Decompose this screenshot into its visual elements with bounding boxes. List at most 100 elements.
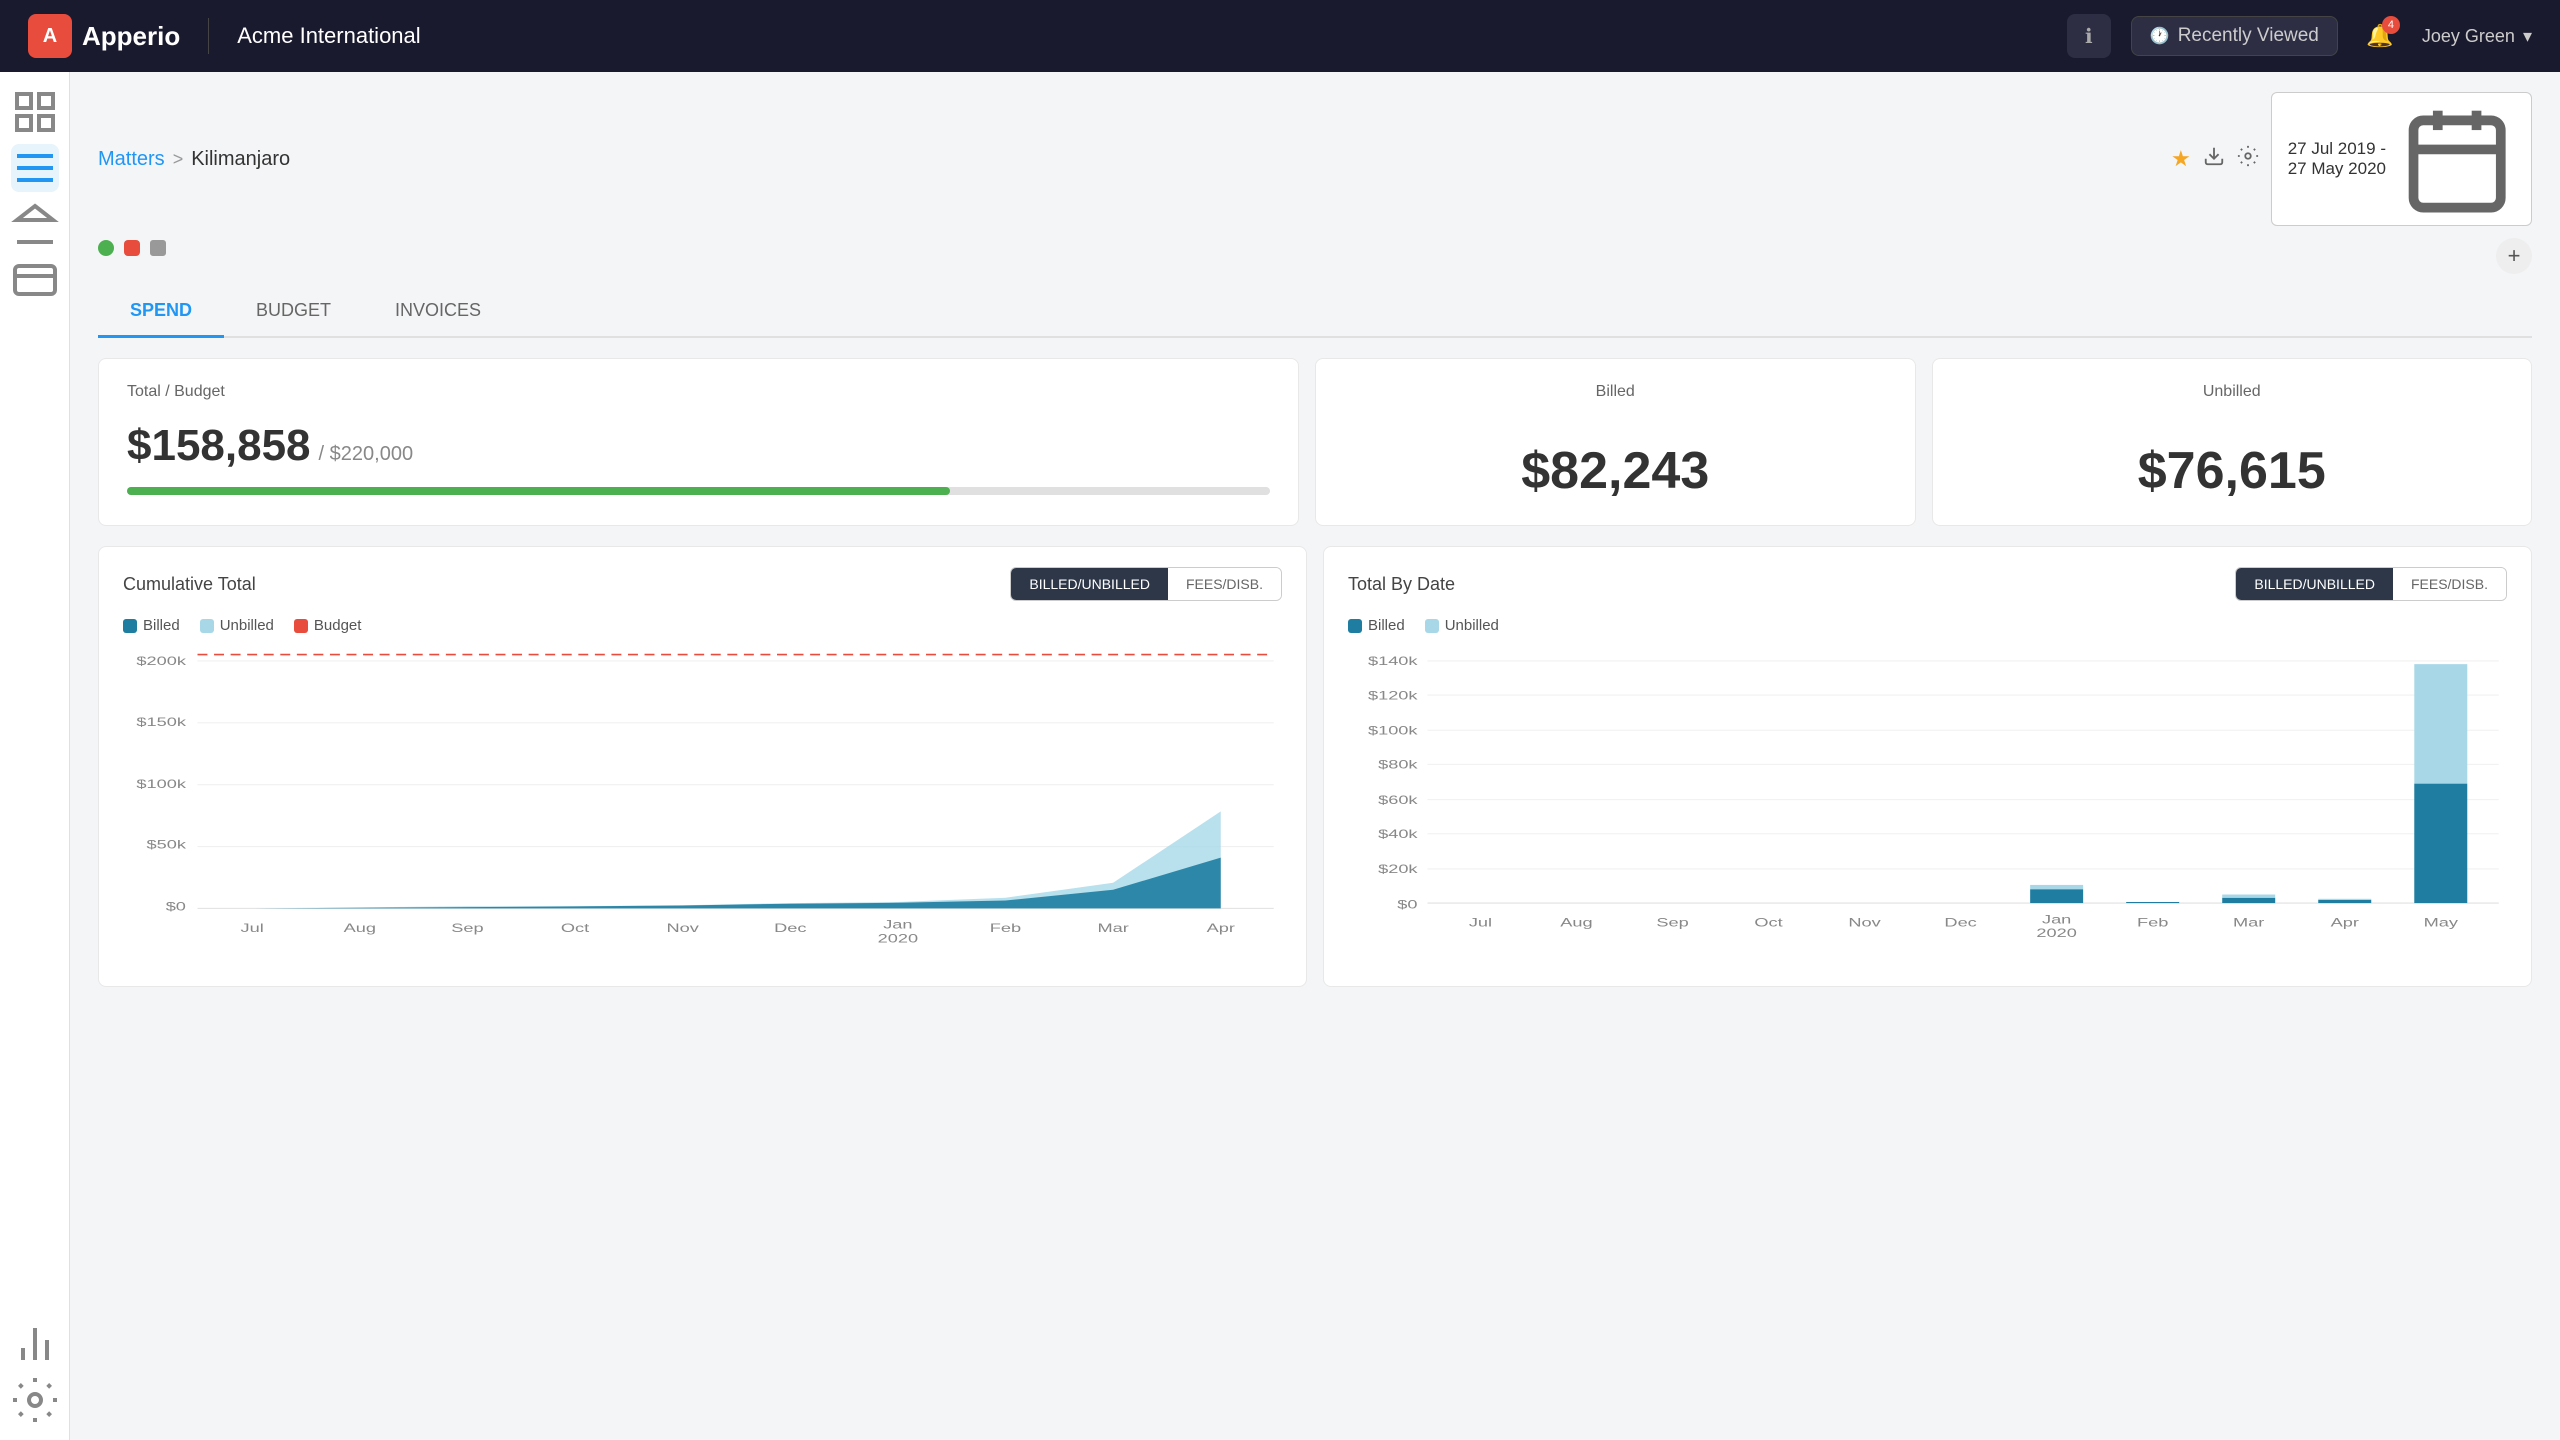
billed-title: Billed <box>1596 383 1635 401</box>
total-by-date-chart-title: Total By Date <box>1348 574 1455 595</box>
breadcrumb-matters-link[interactable]: Matters <box>98 148 165 171</box>
clock-icon: 🕐 <box>2150 26 2170 46</box>
legend-unbilled-dot-2 <box>1425 619 1439 633</box>
svg-text:$100k: $100k <box>136 778 186 791</box>
svg-text:$0: $0 <box>1397 899 1417 912</box>
recently-viewed-button[interactable]: 🕐 Recently Viewed <box>2131 16 2338 56</box>
svg-text:$40k: $40k <box>1378 828 1418 841</box>
svg-text:Apr: Apr <box>2331 917 2359 930</box>
unbilled-card: Unbilled $76,615 <box>1932 358 2533 526</box>
svg-text:$0: $0 <box>166 901 186 914</box>
recently-viewed-label: Recently Viewed <box>2178 25 2319 47</box>
notifications-button[interactable]: 🔔 4 <box>2358 14 2402 58</box>
legend-budget-dot <box>294 619 308 633</box>
svg-text:$100k: $100k <box>1368 725 1418 738</box>
breadcrumb-separator: > <box>173 149 184 170</box>
svg-text:Jan: Jan <box>883 919 912 932</box>
svg-text:May: May <box>2424 917 2459 930</box>
svg-text:Aug: Aug <box>344 922 376 935</box>
total-by-date-toggle-fees[interactable]: FEES/DISB. <box>2393 568 2506 600</box>
legend-unbilled-label-2: Unbilled <box>1445 617 1499 634</box>
unbilled-value: $76,615 <box>2138 441 2326 501</box>
cumulative-toggle-fees-disb[interactable]: FEES/DISB. <box>1168 568 1281 600</box>
total-budget-card: Total / Budget $158,858 / $220,000 <box>98 358 1299 526</box>
spend-tabs: SPEND BUDGET INVOICES <box>98 286 2532 338</box>
chevron-down-icon: ▾ <box>2523 26 2532 47</box>
svg-text:Feb: Feb <box>2137 917 2168 930</box>
legend-unbilled-label: Unbilled <box>220 617 274 634</box>
legend-billed: Billed <box>123 617 180 634</box>
cumulative-chart-header: Cumulative Total BILLED/UNBILLED FEES/DI… <box>123 567 1282 601</box>
svg-text:$150k: $150k <box>136 716 186 729</box>
cumulative-toggle-billed-unbilled[interactable]: BILLED/UNBILLED <box>1011 568 1168 600</box>
sidebar-item-dashboard[interactable] <box>11 88 59 136</box>
total-by-date-chart-svg: $140k $120k $100k $80k $60k $40k $20k $0 <box>1348 646 2507 966</box>
total-by-date-toggle-billed[interactable]: BILLED/UNBILLED <box>2236 568 2393 600</box>
main-content: Matters > Kilimanjaro ★ <box>70 72 2560 1440</box>
svg-text:Mar: Mar <box>2233 917 2264 930</box>
legend-unbilled-2: Unbilled <box>1425 617 1499 634</box>
progress-bar-bg <box>127 487 1270 495</box>
svg-text:Jul: Jul <box>1469 917 1492 930</box>
svg-text:Mar: Mar <box>1097 922 1128 935</box>
add-button[interactable]: + <box>2496 238 2532 274</box>
svg-text:$120k: $120k <box>1368 690 1418 703</box>
info-button[interactable]: ℹ <box>2067 14 2111 58</box>
charts-section: Cumulative Total BILLED/UNBILLED FEES/DI… <box>98 546 2532 987</box>
legend-billed-dot <box>123 619 137 633</box>
sidebar-item-spend[interactable] <box>11 256 59 304</box>
user-name: Joey Green <box>2422 26 2515 47</box>
svg-text:$200k: $200k <box>136 656 186 669</box>
svg-text:Sep: Sep <box>1656 917 1688 930</box>
cumulative-chart-svg: $200k $150k $100k $50k $0 <box>123 646 1282 966</box>
nav-divider <box>208 18 209 54</box>
status-dot-gray <box>150 240 166 256</box>
legend-billed-label: Billed <box>143 617 180 634</box>
app-logo[interactable]: A Apperio <box>28 14 180 58</box>
svg-text:$50k: $50k <box>146 839 186 852</box>
svg-text:2020: 2020 <box>2036 928 2076 941</box>
settings-icon[interactable] <box>2237 145 2259 173</box>
sidebar-item-entities[interactable] <box>11 200 59 248</box>
total-by-date-chart-svg-container: $140k $120k $100k $80k $60k $40k $20k $0 <box>1348 646 2507 966</box>
client-name: Acme International <box>237 23 420 49</box>
svg-text:Jan: Jan <box>2042 914 2071 927</box>
sidebar-item-settings[interactable] <box>11 1376 59 1424</box>
svg-text:Apr: Apr <box>1207 922 1235 935</box>
sidebar-item-reports[interactable] <box>11 1320 59 1368</box>
svg-text:Oct: Oct <box>1754 917 1783 930</box>
breadcrumb: Matters > Kilimanjaro ★ <box>98 92 2532 226</box>
main-layout: Matters > Kilimanjaro ★ <box>0 72 2560 1440</box>
svg-text:$80k: $80k <box>1378 759 1418 772</box>
total-by-date-chart-header: Total By Date BILLED/UNBILLED FEES/DISB. <box>1348 567 2507 601</box>
total-by-date-legend: Billed Unbilled <box>1348 617 2507 634</box>
unbilled-title: Unbilled <box>2203 383 2261 401</box>
breadcrumb-current-page: Kilimanjaro <box>191 148 290 171</box>
favorite-star-icon[interactable]: ★ <box>2171 146 2191 172</box>
cumulative-chart-card: Cumulative Total BILLED/UNBILLED FEES/DI… <box>98 546 1307 987</box>
svg-text:$20k: $20k <box>1378 864 1418 877</box>
legend-billed-dot-2 <box>1348 619 1362 633</box>
status-dot-green <box>98 240 114 256</box>
date-range-picker[interactable]: 27 Jul 2019 - 27 May 2020 <box>2271 92 2532 226</box>
status-dots <box>98 240 166 256</box>
tab-spend[interactable]: SPEND <box>98 286 224 338</box>
progress-bar-fill <box>127 487 950 495</box>
breadcrumb-actions: ★ 27 Jul 2019 - 27 May 2020 <box>2171 92 2532 226</box>
legend-unbilled: Unbilled <box>200 617 274 634</box>
download-icon[interactable] <box>2203 145 2225 173</box>
user-menu[interactable]: Joey Green ▾ <box>2422 26 2532 47</box>
svg-text:Dec: Dec <box>774 922 807 935</box>
svg-text:Aug: Aug <box>1560 917 1592 930</box>
tab-budget[interactable]: BUDGET <box>224 286 363 338</box>
legend-billed-2: Billed <box>1348 617 1405 634</box>
tab-invoices[interactable]: INVOICES <box>363 286 513 338</box>
sidebar-item-matters[interactable] <box>11 144 59 192</box>
notification-badge: 4 <box>2382 16 2400 34</box>
status-dot-red <box>124 240 140 256</box>
total-budget-sub: / $220,000 <box>319 443 414 466</box>
logo-icon: A <box>28 14 72 58</box>
svg-text:Feb: Feb <box>990 922 1021 935</box>
total-by-date-chart-card: Total By Date BILLED/UNBILLED FEES/DISB.… <box>1323 546 2532 987</box>
svg-text:Nov: Nov <box>666 922 699 935</box>
